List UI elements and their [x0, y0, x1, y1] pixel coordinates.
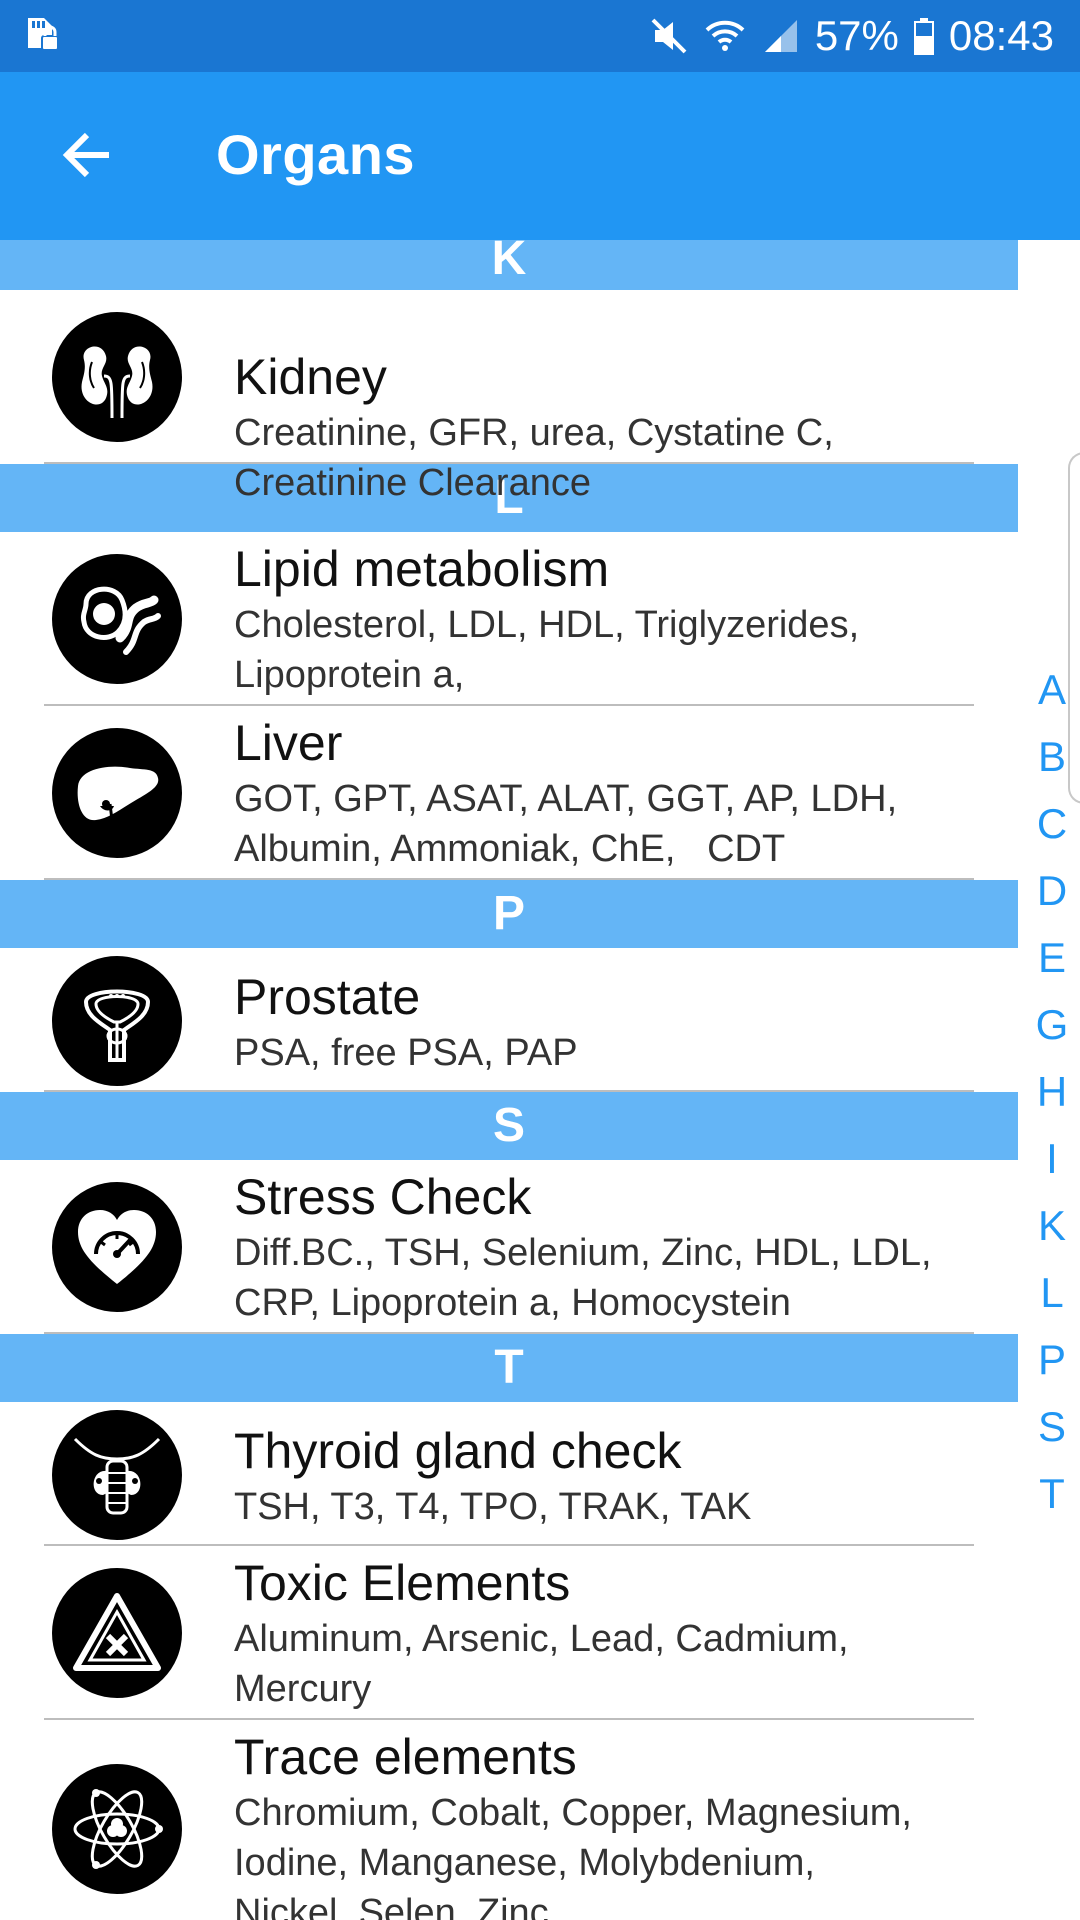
item-tests: PSA, free PSA, PAP — [234, 1032, 578, 1074]
clock: 08:43 — [948, 12, 1054, 59]
item-tests: Creatinine, GFR, urea, Cystatine C, Crea… — [234, 412, 834, 504]
index-letter-b[interactable]: B — [1038, 723, 1066, 790]
item-name: Prostate — [234, 969, 421, 1025]
index-letter-d[interactable]: D — [1037, 857, 1067, 924]
battery-icon — [913, 16, 935, 56]
list-item-stress-check[interactable]: Stress Check Diff.BC., TSH, Selenium, Zi… — [0, 1160, 1018, 1334]
arrow-left-icon — [62, 132, 109, 178]
toxic-warning-icon — [52, 1568, 182, 1698]
section-header-p: P — [0, 880, 1018, 948]
index-letter-h[interactable]: H — [1037, 1058, 1067, 1125]
item-name: Toxic Elements — [234, 1555, 571, 1611]
section-header-k: K — [0, 240, 1018, 290]
item-tests: GOT, GPT, ASAT, ALAT, GGT, AP, LDH, Albu… — [234, 778, 898, 870]
mute-icon — [649, 16, 689, 56]
app-bar: Organs — [0, 72, 1080, 240]
item-tests: Chromium, Cobalt, Copper, Magnesium, Iod… — [234, 1792, 912, 1920]
back-button[interactable] — [44, 112, 130, 198]
status-bar: 57% 08:43 — [0, 0, 1080, 72]
signal-icon — [761, 16, 801, 56]
liver-icon — [52, 728, 182, 858]
index-letter-e[interactable]: E — [1038, 924, 1066, 991]
atom-icon — [52, 1764, 182, 1894]
index-letter-l[interactable]: L — [1040, 1259, 1063, 1326]
index-letter-g[interactable]: G — [1036, 991, 1069, 1058]
item-name: Trace elements — [234, 1729, 577, 1785]
item-name: Thyroid gland check — [234, 1423, 682, 1479]
list-item-prostate[interactable]: Prostate PSA, free PSA, PAP — [0, 948, 1018, 1092]
index-letter-i[interactable]: I — [1046, 1125, 1058, 1192]
index-letter-c[interactable]: C — [1037, 790, 1067, 857]
list-item-kidney[interactable]: Kidney Creatinine, GFR, urea, Cystatine … — [0, 290, 1018, 504]
item-tests: Diff.BC., TSH, Selenium, Zinc, HDL, LDL,… — [234, 1232, 932, 1324]
organ-list[interactable]: K Kidney Creatinine, GFR, urea, Cystatin… — [0, 240, 1018, 1920]
alphabet-index[interactable]: A B C D E G H I K L P S T — [1030, 656, 1074, 1527]
sd-card-lock-icon — [22, 14, 62, 54]
thyroid-icon — [52, 1410, 182, 1540]
lipid-icon — [52, 554, 182, 684]
divider — [44, 1090, 974, 1092]
index-letter-a[interactable]: A — [1038, 656, 1066, 723]
item-tests: Aluminum, Arsenic, Lead, Cadmium, Mercur… — [234, 1618, 849, 1710]
item-tests: Cholesterol, LDL, HDL, Triglyzerides, Li… — [234, 604, 860, 696]
item-tests: TSH, T3, T4, TPO, TRAK, TAK — [234, 1486, 752, 1528]
section-header-s: S — [0, 1092, 1018, 1160]
item-name: Stress Check — [234, 1169, 532, 1225]
wifi-icon — [703, 16, 747, 56]
divider — [44, 462, 974, 464]
battery-percent: 57% — [814, 12, 899, 59]
divider — [44, 878, 974, 880]
index-letter-s[interactable]: S — [1038, 1393, 1066, 1460]
item-name: Kidney — [234, 349, 387, 405]
item-name: Liver — [234, 715, 343, 771]
kidney-icon — [52, 312, 182, 442]
list-item-thyroid-gland-check[interactable]: Thyroid gland check TSH, T3, T4, TPO, TR… — [0, 1402, 1018, 1546]
page-title: Organs — [216, 123, 416, 186]
divider — [44, 1332, 974, 1334]
section-header-t: T — [0, 1334, 1018, 1402]
status-icons: 57% 08:43 — [649, 0, 1054, 72]
index-letter-k[interactable]: K — [1038, 1192, 1066, 1259]
list-item-lipid-metabolism[interactable]: Lipid metabolism Cholesterol, LDL, HDL, … — [0, 532, 1018, 706]
list-item-trace-elements[interactable]: Trace elements Chromium, Cobalt, Copper,… — [0, 1720, 1018, 1920]
list-item-toxic-elements[interactable]: Toxic Elements Aluminum, Arsenic, Lead, … — [0, 1546, 1018, 1720]
index-letter-t[interactable]: T — [1039, 1460, 1065, 1527]
heart-gauge-icon — [52, 1182, 182, 1312]
list-item-liver[interactable]: Liver GOT, GPT, ASAT, ALAT, GGT, AP, LDH… — [0, 706, 1018, 880]
item-name: Lipid metabolism — [234, 541, 610, 597]
prostate-icon — [52, 956, 182, 1086]
index-letter-p[interactable]: P — [1038, 1326, 1066, 1393]
